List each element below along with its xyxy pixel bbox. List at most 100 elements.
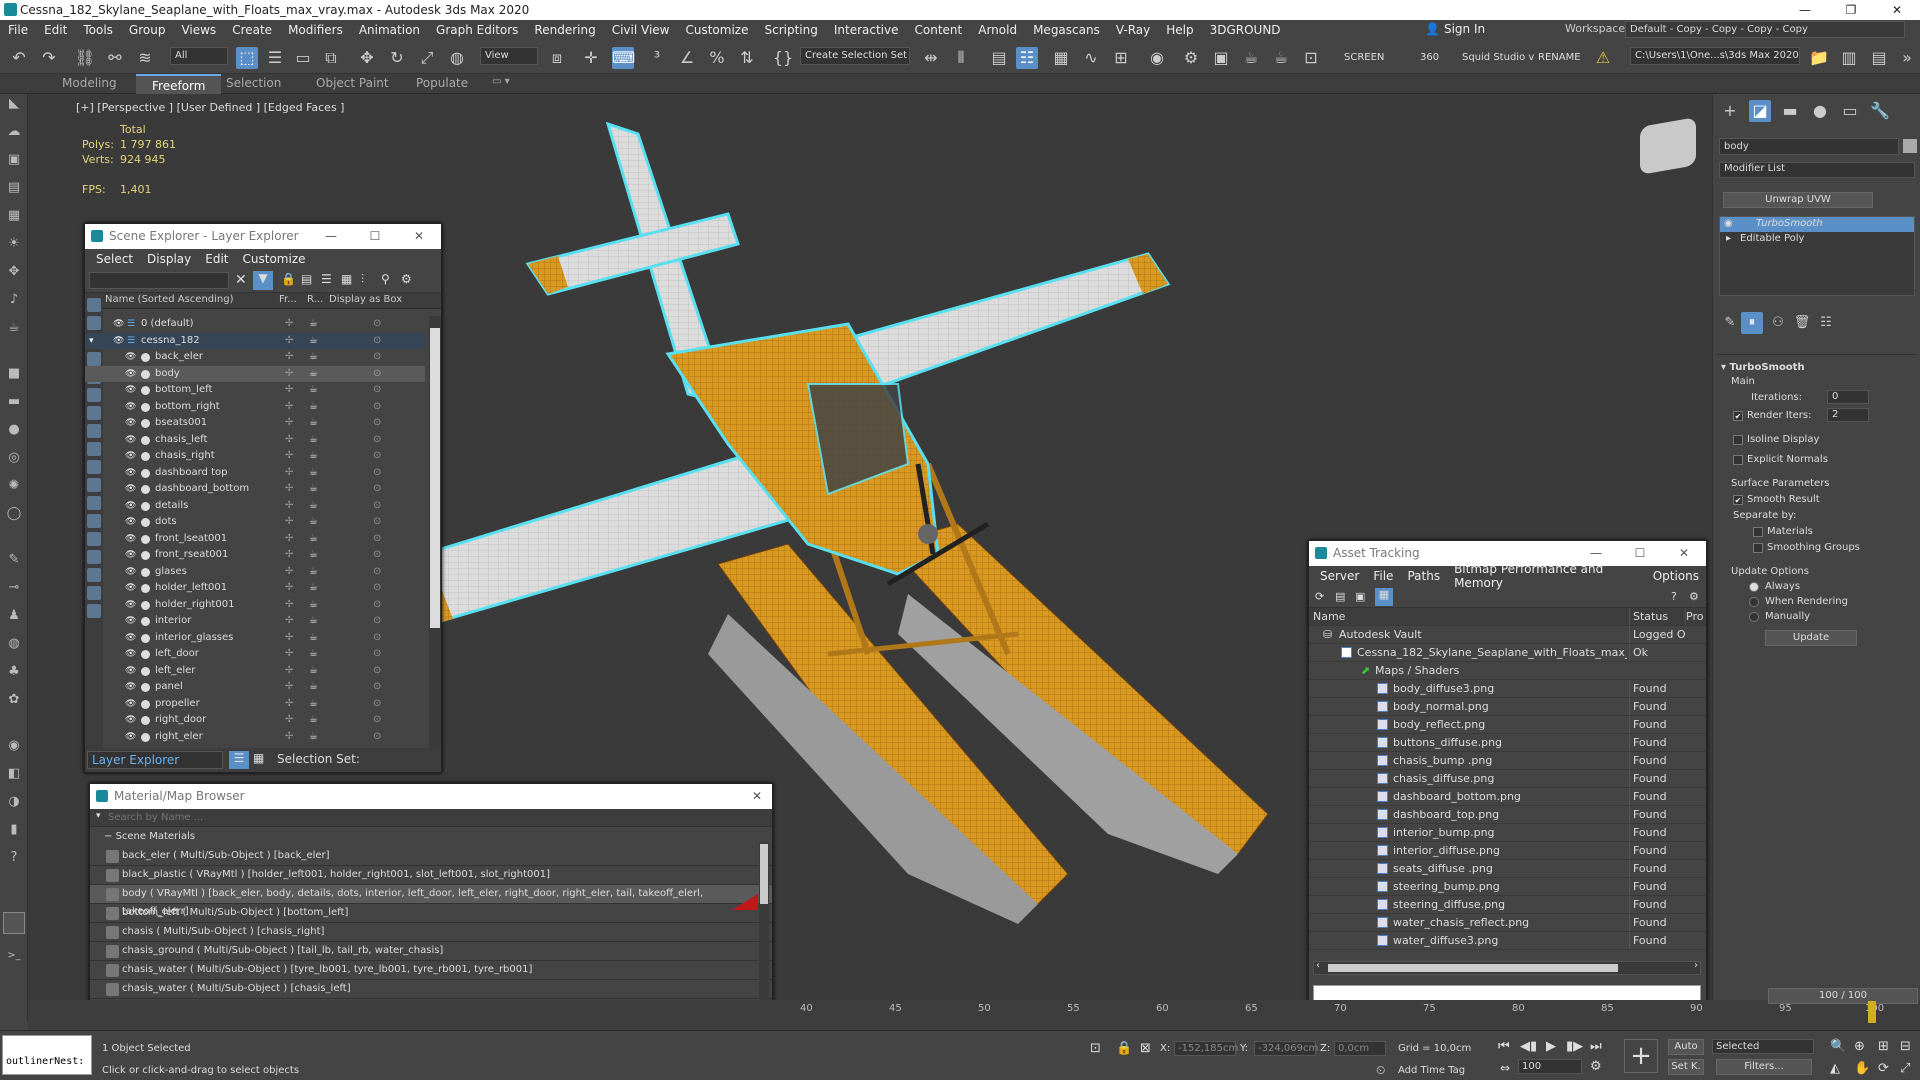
sign-in-button[interactable]: 👤 Sign In <box>1425 22 1485 36</box>
asset-map-row[interactable]: interior_diffuse.png Found <box>1309 842 1706 860</box>
set-key-icon[interactable]: + <box>1624 1039 1658 1073</box>
material-row[interactable]: body ( VRayMtl ) [back_eler, body, detai… <box>90 885 772 917</box>
asset-map-row[interactable]: water_chasis_reflect.png Found <box>1309 914 1706 932</box>
object-row[interactable]: 👁 left_door ✢ ☕ ⊙ <box>85 646 425 663</box>
eye-icon[interactable]: ◉ <box>1724 217 1733 231</box>
named-selection-dropdown[interactable]: Create Selection Set <box>800 47 910 65</box>
rendered-frame-window-icon[interactable]: ▣ <box>1210 47 1232 69</box>
absolute-mode-icon[interactable]: ⊠ <box>1140 1041 1151 1056</box>
sound-icon[interactable]: ♪ <box>4 290 24 310</box>
display-geometry-icon[interactable] <box>87 298 101 312</box>
remove-modifier-icon[interactable]: 🗑 <box>1791 312 1813 334</box>
tree-icon[interactable]: ♣ <box>4 662 24 682</box>
renderable-toggle-icon[interactable]: ☕ <box>309 630 318 646</box>
renderable-toggle-icon[interactable]: ☕ <box>309 531 318 547</box>
render-production-icon[interactable]: ☕ <box>1240 47 1262 69</box>
refresh-icon[interactable]: ⟳ <box>1315 590 1324 603</box>
set-key-button[interactable]: Set K. <box>1668 1059 1704 1075</box>
object-row[interactable]: 👁 body ✢ ☕ ⊙ <box>85 365 425 382</box>
menu-edit[interactable]: Edit <box>198 252 235 266</box>
isoline-checkbox[interactable] <box>1733 435 1743 445</box>
clear-search-icon[interactable]: ✕ <box>235 272 247 288</box>
material-row[interactable]: chasis_ground ( Multi/Sub-Object ) [tail… <box>90 942 772 961</box>
asset-map-row[interactable]: dashboard_bottom.png Found <box>1309 788 1706 806</box>
fov-icon[interactable]: ◭ <box>1830 1061 1840 1076</box>
play-icon[interactable]: ▶ <box>1546 1039 1556 1054</box>
filter-icon[interactable]: ▼ <box>253 271 273 290</box>
freeze-toggle-icon[interactable]: ✢ <box>285 432 293 448</box>
viewcube-icon[interactable] <box>1640 117 1696 175</box>
object-row[interactable]: 👁 glases ✢ ☕ ⊙ <box>85 564 425 581</box>
visibility-eye-icon[interactable]: 👁 <box>125 384 137 396</box>
motion-tab-icon[interactable]: ● <box>1809 100 1831 122</box>
visibility-eye-icon[interactable]: 👁 <box>125 483 137 495</box>
visibility-eye-icon[interactable]: 👁 <box>125 434 137 446</box>
menu-scripting[interactable]: Scripting <box>756 23 825 37</box>
scale-icon[interactable]: ⤢ <box>416 47 438 69</box>
object-row[interactable]: 👁 back_eler ✢ ☕ ⊙ <box>85 349 425 366</box>
display-as-box-toggle-icon[interactable]: ⊙ <box>373 399 381 415</box>
freeze-toggle-icon[interactable]: ✢ <box>285 349 293 365</box>
window-crossing-icon[interactable]: ⧉ <box>320 47 342 69</box>
maximize-button[interactable]: ☐ <box>1618 541 1662 566</box>
asset-map-row[interactable]: seats_diffuse .png Found <box>1309 860 1706 878</box>
lock-icon[interactable]: 🔒 <box>281 272 296 286</box>
sun-icon[interactable]: ✺ <box>4 476 24 496</box>
menu-civil-view[interactable]: Civil View <box>604 23 678 37</box>
material-editor-icon[interactable]: ◉ <box>1146 47 1168 69</box>
close-button[interactable]: ✕ <box>1874 0 1920 20</box>
filters-button[interactable]: Filters... <box>1716 1059 1812 1075</box>
menu-paths[interactable]: Paths <box>1400 569 1447 583</box>
tab-modeling[interactable]: Modeling <box>62 76 117 90</box>
move-icon[interactable]: ✥ <box>356 47 378 69</box>
cloud-icon[interactable]: ☁ <box>4 122 24 142</box>
display-as-box-toggle-icon[interactable]: ⊙ <box>373 679 381 695</box>
asset-map-row[interactable]: chasis_diffuse.png Found <box>1309 770 1706 788</box>
object-row[interactable]: 👁 propeller ✢ ☕ ⊙ <box>85 696 425 713</box>
scene-materials-group[interactable]: − Scene Materials <box>90 827 772 847</box>
sphere-alt-icon[interactable]: ◉ <box>4 736 24 756</box>
expand-icon[interactable]: ▸ <box>1726 232 1731 246</box>
materials-scrollbar[interactable] <box>759 842 769 1002</box>
add-time-tag[interactable]: Add Time Tag <box>1398 1065 1465 1076</box>
toggle-layer-explorer-icon[interactable]: ☷ <box>1016 47 1038 69</box>
current-frame-marker[interactable] <box>1868 1001 1876 1023</box>
zoom-icon[interactable]: 🔍 <box>1830 1039 1846 1054</box>
menu-customize[interactable]: Customize <box>236 252 313 266</box>
display-as-box-toggle-icon[interactable]: ⊙ <box>373 630 381 646</box>
brush-icon[interactable]: ✎ <box>4 550 24 570</box>
object-row[interactable]: 👁 chasis_right ✢ ☕ ⊙ <box>85 448 425 465</box>
freeze-toggle-icon[interactable]: ✢ <box>285 580 293 596</box>
menu-display[interactable]: Display <box>140 252 198 266</box>
layout-alt-icon[interactable]: ▤ <box>1868 47 1890 69</box>
visibility-eye-icon[interactable]: 👁 <box>125 714 137 726</box>
freeze-toggle-icon[interactable]: ✢ <box>285 646 293 662</box>
scene-scrollbar[interactable] <box>429 316 441 748</box>
display-as-box-toggle-icon[interactable]: ⊙ <box>373 432 381 448</box>
maximize-button[interactable]: ❐ <box>1828 0 1874 20</box>
asset-map-row[interactable]: body_reflect.png Found <box>1309 716 1706 734</box>
minimize-button[interactable]: — <box>1782 0 1828 20</box>
layer-row[interactable]: ▾ 👁 ☰ cessna_182 ✢ ☕ ⊙ <box>85 332 425 349</box>
maximize-viewport-icon[interactable]: ⤢ <box>1900 1061 1910 1076</box>
track-bar[interactable]: 40 45 50 55 60 65 70 75 80 85 90 95 100 <box>770 1001 1920 1023</box>
visibility-eye-icon[interactable]: 👁 <box>125 665 137 677</box>
layer-row[interactable]: 👁 ☰ 0 (default) ✢ ☕ ⊙ <box>85 316 425 333</box>
display-as-box-toggle-icon[interactable]: ⊙ <box>373 712 381 728</box>
time-slider[interactable]: 100 / 100 <box>1768 988 1918 1004</box>
create-icon[interactable]: ◣ <box>4 94 24 114</box>
circle-icon[interactable]: ◯ <box>4 504 24 524</box>
object-row[interactable]: 👁 interior_glasses ✢ ☕ ⊙ <box>85 630 425 647</box>
asset-map-row[interactable]: dashboard_top.png Found <box>1309 806 1706 824</box>
visibility-eye-icon[interactable]: 👁 <box>125 549 137 561</box>
unwrap-uvw-button[interactable]: Unwrap UVW <box>1723 192 1873 208</box>
renderable-toggle-icon[interactable]: ☕ <box>309 646 318 662</box>
thumbnail-view-icon[interactable]: ▣ <box>1355 590 1365 603</box>
freeze-toggle-icon[interactable]: ✢ <box>285 597 293 613</box>
column-render[interactable]: R... <box>307 294 323 305</box>
asset-map-row[interactable]: steering_bump.png Found <box>1309 878 1706 896</box>
always-radio[interactable] <box>1749 582 1759 592</box>
freeze-toggle-icon[interactable]: ✢ <box>285 564 293 580</box>
keyboard-shortcut-override-icon[interactable]: ⌨ <box>612 47 635 69</box>
display-as-box-toggle-icon[interactable]: ⊙ <box>373 729 381 745</box>
